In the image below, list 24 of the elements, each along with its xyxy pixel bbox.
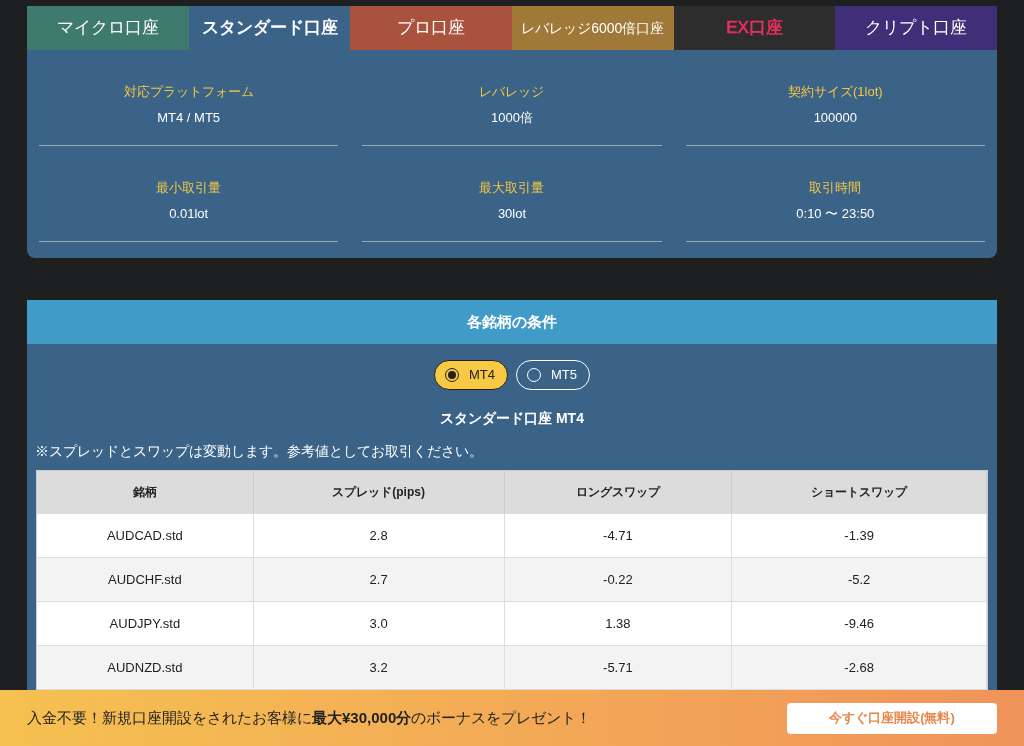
spec-value: 30lot — [497, 204, 527, 223]
open-account-button[interactable]: 今すぐ口座開設(無料) — [787, 702, 997, 734]
platform-radio[interactable]: MT4 — [434, 360, 508, 390]
spec-label: 最大取引量 — [479, 179, 545, 197]
spec-label: 対応プラットフォーム — [123, 83, 254, 101]
note-text: ※スプレッドとスワップは変動します。参考値としてお取引ください。 — [34, 442, 484, 461]
spec-value: 100000 — [813, 108, 857, 127]
spec-value: 0:10 〜 23:50 — [796, 204, 875, 223]
table-title: スタンダード口座 MT4 — [439, 409, 585, 428]
spec-label: 取引時間 — [809, 179, 862, 197]
account-tab[interactable]: プロ口座 — [350, 6, 512, 50]
spec-label: 最小取引量 — [156, 179, 222, 197]
account-tab[interactable]: マイクロ口座 — [27, 6, 189, 50]
spec-value: 0.01lot — [169, 204, 209, 223]
account-tab[interactable]: クリプト口座 — [835, 6, 998, 50]
account-tab[interactable]: スタンダード口座 — [188, 6, 351, 50]
spec-value: MT4 / MT5 — [157, 108, 221, 127]
section-header: 各銘柄の条件 — [27, 300, 997, 344]
promo-text: 入金不要！新規口座開設をされたお客様に最大¥30,000分のボーナスをプレゼント！ — [27, 707, 592, 728]
spec-value: 1000倍 — [491, 108, 533, 127]
account-tab[interactable]: EX口座 — [673, 6, 836, 50]
account-tab[interactable]: レバレッジ6000倍口座 — [512, 6, 674, 50]
spec-label: レバレッジ — [479, 83, 545, 101]
spec-label: 契約サイズ(1lot) — [788, 83, 883, 101]
